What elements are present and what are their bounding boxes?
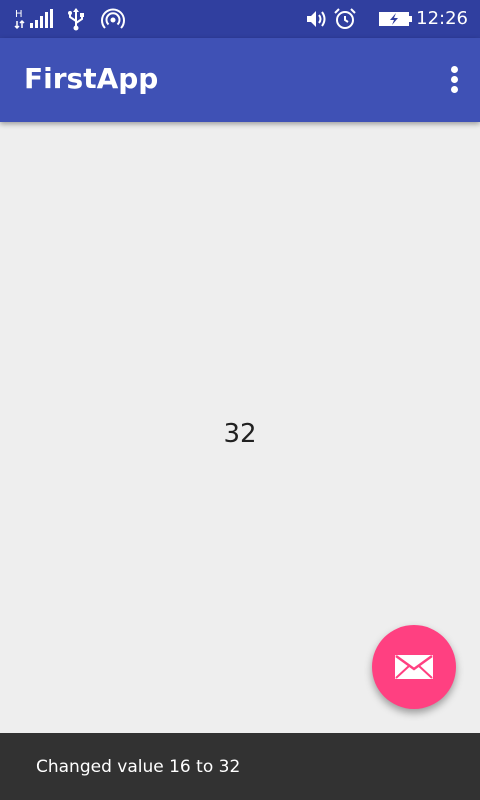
volume-icon <box>307 11 326 27</box>
app-title: FirstApp <box>24 62 159 95</box>
overflow-menu-button[interactable] <box>450 66 460 94</box>
signal-icon: H <box>14 9 53 30</box>
snackbar: Changed value 16 to 32 <box>0 733 480 800</box>
usb-icon <box>68 8 84 31</box>
svg-text:H: H <box>15 9 23 20</box>
app-bar: FirstApp <box>0 38 480 122</box>
hotspot-icon <box>101 8 125 29</box>
battery-charging-icon <box>379 12 412 26</box>
status-bar: H 12:26 <box>0 0 480 38</box>
send-email-fab[interactable] <box>372 625 456 709</box>
more-vert-icon <box>451 66 458 73</box>
status-time: 12:26 <box>416 8 468 29</box>
mail-icon <box>395 655 433 679</box>
snackbar-message: Changed value 16 to 32 <box>36 757 241 777</box>
alarm-icon <box>334 8 356 29</box>
counter-value: 32 <box>223 419 257 449</box>
